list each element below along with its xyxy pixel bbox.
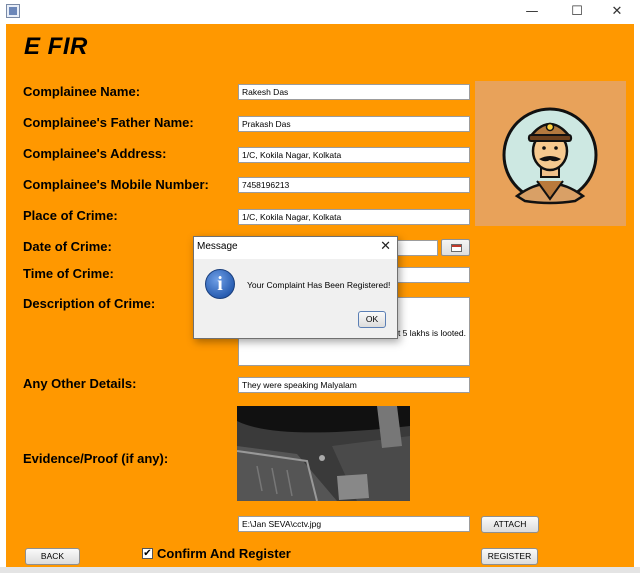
- mobile-label: Complainee's Mobile Number:: [23, 177, 209, 192]
- dialog-message: Your Complaint Has Been Registered!: [247, 280, 391, 290]
- address-field[interactable]: 1/C, Kokila Nagar, Kolkata: [238, 147, 470, 163]
- complainee-name-label: Complainee Name:: [23, 84, 141, 99]
- maximize-button[interactable]: ☐: [560, 0, 594, 24]
- date-picker-button[interactable]: [441, 239, 470, 256]
- window-close-button[interactable]: ✕: [600, 0, 634, 24]
- address-label: Complainee's Address:: [23, 146, 167, 161]
- cctv-snapshot: [237, 406, 410, 501]
- father-name-field[interactable]: Prakash Das: [238, 116, 470, 132]
- evidence-label: Evidence/Proof (if any):: [23, 451, 169, 466]
- time-label: Time of Crime:: [23, 266, 114, 281]
- window-titlebar: — ☐ ✕: [0, 0, 640, 24]
- date-label: Date of Crime:: [23, 239, 112, 254]
- calendar-icon: [451, 244, 462, 252]
- back-button[interactable]: BACK: [25, 548, 80, 565]
- father-name-label: Complainee's Father Name:: [23, 115, 194, 130]
- minimize-button[interactable]: —: [515, 0, 549, 24]
- register-button[interactable]: REGISTER: [481, 548, 538, 565]
- evidence-cctv-image: [237, 406, 410, 501]
- other-details-label: Any Other Details:: [23, 376, 137, 391]
- evidence-path-field[interactable]: E:\Jan SEVA\cctv.jpg: [238, 516, 470, 532]
- confirm-label: Confirm And Register: [157, 546, 291, 561]
- police-avatar-panel: [475, 81, 626, 226]
- message-dialog: Message ✕ i Your Complaint Has Been Regi…: [193, 236, 398, 339]
- confirm-checkbox[interactable]: ✔: [142, 548, 153, 559]
- dialog-titlebar: Message ✕: [194, 237, 397, 259]
- java-app-icon: [6, 4, 20, 18]
- other-details-field[interactable]: They were speaking Malyalam: [238, 377, 470, 393]
- place-label: Place of Crime:: [23, 208, 118, 223]
- dialog-close-button[interactable]: ✕: [380, 239, 391, 254]
- mobile-field[interactable]: 7458196213: [238, 177, 470, 193]
- app-title: E FIR: [24, 33, 88, 60]
- police-officer-icon: [502, 107, 598, 205]
- description-text: t 5 lakhs is looted.: [397, 328, 466, 338]
- description-label: Description of Crime:: [23, 296, 156, 311]
- window-bottom-border: [0, 567, 640, 573]
- complainee-name-field[interactable]: Rakesh Das: [238, 84, 470, 100]
- ok-button[interactable]: OK: [358, 311, 386, 328]
- attach-button[interactable]: ATTACH: [481, 516, 539, 533]
- place-field[interactable]: 1/C, Kokila Nagar, Kolkata: [238, 209, 470, 225]
- dialog-title: Message: [197, 241, 238, 252]
- information-icon: i: [205, 269, 235, 299]
